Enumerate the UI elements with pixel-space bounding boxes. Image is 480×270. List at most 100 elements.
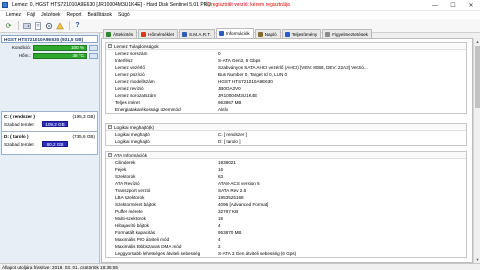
property-row[interactable]: Interfész S-ATA Gen3, 6 Gbps: [106, 57, 466, 64]
refresh-icon[interactable]: ⟳: [4, 21, 13, 30]
disk-icon[interactable]: [22, 21, 31, 30]
alert-icon[interactable]: [55, 21, 64, 30]
registration-warning[interactable]: Új regisztrált verzió: kérem regisztrálj…: [205, 2, 290, 8]
property-row[interactable]: Hibajavító bájtok 4: [106, 222, 466, 229]
property-row[interactable]: Maximális többszavas DMA mód 2: [106, 243, 466, 250]
app-icon: [2, 2, 8, 8]
property-row[interactable]: Transzport verzió SATA Rev 2.6: [106, 187, 466, 194]
property-row[interactable]: Cilinderek 1938021: [106, 159, 466, 166]
window-title: Lemez: 0, HGST HTS721010A9E630 [JR10004M…: [12, 2, 212, 8]
menu-jelzesek[interactable]: Jelzések: [41, 12, 60, 18]
section-header[interactable]: − Lemez Tulajdonságok: [106, 43, 466, 50]
help-icon[interactable]: ?: [73, 21, 82, 30]
property-value: 4096 [Advanced Format]: [218, 202, 269, 207]
property-key: Szektorok: [115, 174, 136, 179]
property-row[interactable]: Szektorméret bájtok 4096 [Advanced Format…: [106, 201, 466, 208]
tab-label: Hőmérséklet: [148, 31, 174, 37]
property-key: Cilinderek: [115, 160, 136, 165]
property-value: S-ATA Gen3, 6 Gbps: [218, 58, 261, 63]
property-row[interactable]: Leggyorsabb lehetséges átviteli sebesség…: [106, 250, 466, 257]
property-row[interactable]: Teljes méret 953867 MB: [106, 99, 466, 106]
property-value: 4: [218, 237, 221, 242]
section-header[interactable]: − ATA Információk: [106, 152, 466, 159]
menu-sugo[interactable]: Súgó: [118, 12, 130, 18]
tab-label: Figyelmeztetések: [332, 31, 368, 37]
property-row[interactable]: Lemez vezérlő Szabványos SATA AHCI vezérl…: [106, 64, 466, 71]
property-row[interactable]: Formatált kapacitás 953870 MB: [106, 229, 466, 236]
property-row[interactable]: Lemez sorszám 0: [106, 50, 466, 57]
property-value: 4: [218, 223, 221, 228]
property-key: Szektorméret bájtok: [115, 202, 156, 207]
volume-name: C: ( rendszer ): [4, 113, 35, 119]
info-panel[interactable]: − Lemez Tulajdonságok Lemez sorszám 0 Inter…: [101, 38, 473, 263]
disk-header[interactable]: HGST HTS721010A9E630 (931,5 GB): [1, 35, 98, 43]
property-value: S-ATA 3 Gen átviteli sebesség (6 Gps): [218, 251, 297, 256]
tab-figyelmeztetesek[interactable]: Figyelmeztetések: [322, 29, 372, 38]
property-key: Lemez revízió: [115, 86, 144, 91]
temperature-row: Hőm.: 38 °C: [0, 52, 99, 59]
volume-d[interactable]: D: ( tarolo ) (735,6 GB) Szabad terület 80…: [1, 131, 98, 155]
property-value: 16: [218, 216, 224, 221]
report-icon[interactable]: [33, 21, 42, 30]
close-button[interactable]: ✕: [462, 0, 480, 11]
menu-beallitasok[interactable]: Beállítások: [88, 12, 112, 18]
tab-homerseklet[interactable]: Hőmérséklet: [138, 29, 178, 38]
tab-teljesitmeny[interactable]: Teljesítmény: [281, 29, 322, 38]
tab-label: Napló: [264, 31, 277, 37]
tab-label: Teljesítmény: [291, 31, 318, 37]
property-row[interactable]: Multi-szektorok 16: [106, 215, 466, 222]
property-value: ATA8-ACS version 6: [218, 181, 260, 186]
property-value: Szabványos SATA AHCI vezérlő (AHCI) [VEN…: [218, 65, 368, 70]
menu-report[interactable]: Report: [67, 12, 82, 18]
health-check-icon: [89, 44, 98, 51]
property-row[interactable]: Puffer mérete 32767 KB: [106, 208, 466, 215]
property-row[interactable]: Maximális PIO átviteli mód 4: [106, 236, 466, 243]
tab-informaciok[interactable]: Információk: [215, 28, 254, 38]
tab-label: Információk: [225, 31, 250, 36]
menu-lemez[interactable]: Lemez: [6, 12, 21, 18]
section-header[interactable]: − Logikai meghajtó(k): [106, 124, 466, 131]
property-row[interactable]: Logikai meghajtó D: [ tarolo ]: [106, 138, 466, 145]
property-row[interactable]: LBA szektorok 1953525168: [106, 194, 466, 201]
property-row[interactable]: Lemez pozíció Bus Number 0, Target Id 0, …: [106, 71, 466, 78]
property-key: Logikai meghajtó: [115, 132, 150, 137]
scroll-thumb[interactable]: [475, 46, 480, 108]
property-row[interactable]: ATA Revízió ATA8-ACS version 6: [106, 180, 466, 187]
scroll-up-icon[interactable]: ▲: [474, 38, 480, 45]
section-disk-properties: − Lemez Tulajdonságok Lemez sorszám 0 Inter…: [105, 42, 467, 114]
collapse-icon[interactable]: −: [108, 153, 112, 157]
settings-icon[interactable]: [44, 21, 53, 30]
scroll-down-icon[interactable]: ▼: [474, 256, 480, 263]
temperature-check-icon: [89, 52, 98, 59]
property-value: SATA Rev 2.6: [218, 188, 247, 193]
tab-label: S.M.A.R.T.: [188, 31, 211, 37]
menu-fajl[interactable]: Fájl: [27, 12, 35, 18]
property-row[interactable]: Logikai meghajtó C: [ rendszer ]: [106, 131, 466, 138]
volume-name: D: ( tarolo ): [4, 133, 29, 139]
temperature-icon: [141, 31, 147, 37]
vertical-scrollbar[interactable]: ▲ ▼: [473, 38, 480, 263]
property-row[interactable]: Energiatakarékossági üzemmód Aktív: [106, 106, 466, 113]
tab-attekintes[interactable]: Áttekintés: [103, 29, 138, 38]
volume-size: (195,3 GB): [72, 113, 95, 119]
property-row[interactable]: Lemez revízió JB0OA3V0: [106, 85, 466, 92]
smart-icon: [181, 31, 187, 37]
health-label: Kondíció:: [11, 45, 31, 50]
property-row[interactable]: Fejek 16: [106, 166, 466, 173]
property-row[interactable]: Lemez modellszám HGST HTS721010A9E630: [106, 78, 466, 85]
property-row[interactable]: Szektorok 63: [106, 173, 466, 180]
minimize-button[interactable]: —: [426, 0, 444, 11]
maximize-button[interactable]: ☐: [444, 0, 462, 11]
property-key: Maximális PIO átviteli mód: [115, 237, 170, 242]
property-row[interactable]: Lemez sorozatszám JR10004M3U1K4E: [106, 92, 466, 99]
property-key: Hibajavító bájtok: [115, 223, 149, 228]
tab-label: Áttekintés: [113, 31, 134, 37]
tab-smart[interactable]: S.M.A.R.T.: [178, 29, 215, 38]
collapse-icon[interactable]: −: [108, 44, 112, 48]
tab-naplo[interactable]: Napló: [254, 29, 281, 38]
free-space-bar: 80,2 GB: [42, 141, 68, 147]
property-key: Multi-szektorok: [115, 216, 146, 221]
collapse-icon[interactable]: −: [108, 125, 112, 129]
tab-bar: Áttekintés Hőmérséklet S.M.A.R.T. Inform…: [101, 28, 480, 38]
property-key: Maximális többszavas DMA mód: [115, 244, 182, 249]
